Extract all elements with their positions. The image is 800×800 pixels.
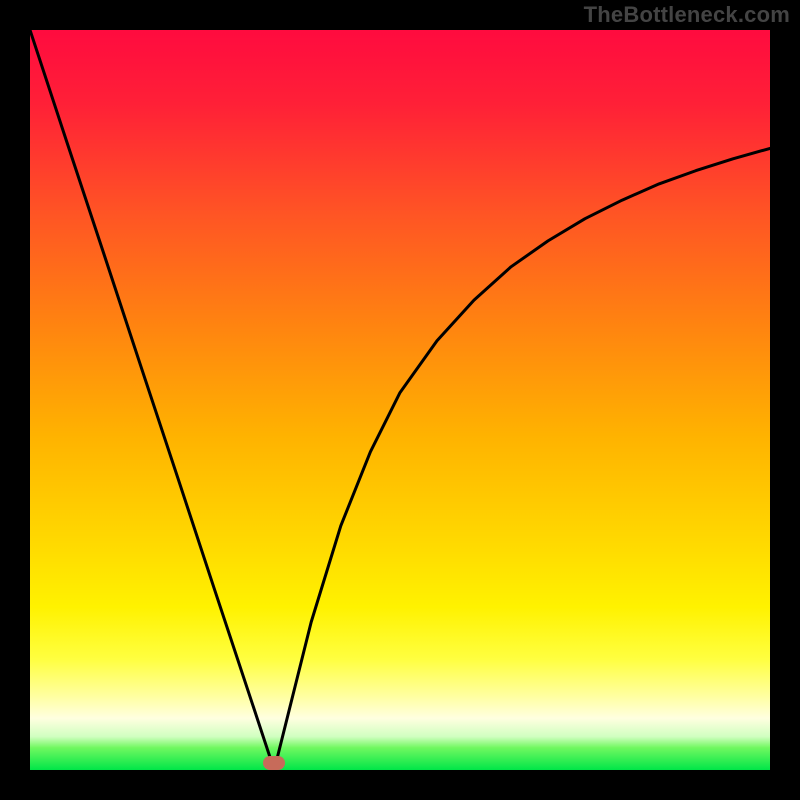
plot-area bbox=[30, 30, 770, 770]
chart-frame: TheBottleneck.com bbox=[0, 0, 800, 800]
gradient-background bbox=[30, 30, 770, 770]
watermark-text: TheBottleneck.com bbox=[584, 2, 790, 28]
minimum-marker bbox=[263, 756, 285, 770]
